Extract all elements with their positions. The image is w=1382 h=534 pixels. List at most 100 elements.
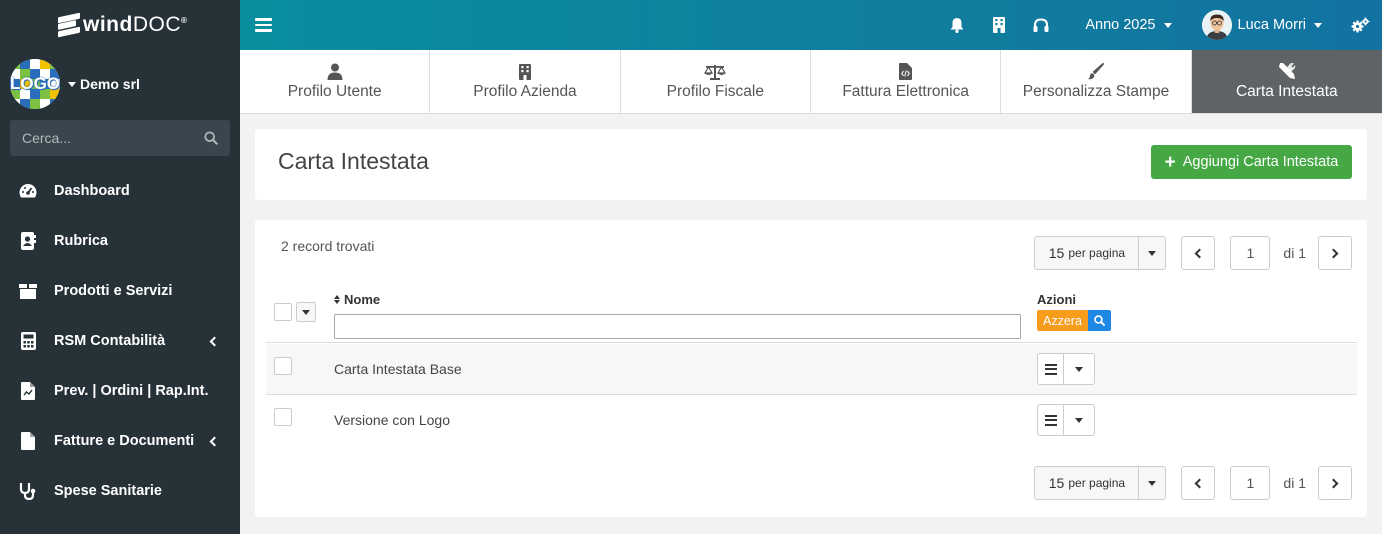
search-icon[interactable] bbox=[204, 131, 218, 145]
name-filter-input[interactable] bbox=[334, 314, 1021, 339]
chevron-left-icon bbox=[1194, 248, 1205, 258]
stethoscope-icon bbox=[18, 481, 38, 501]
caret-down-icon bbox=[1163, 22, 1172, 28]
sidebar-item-label: Rubrica bbox=[54, 233, 108, 249]
caret-down-icon[interactable] bbox=[1139, 237, 1165, 269]
row-name[interactable]: Carta Intestata Base bbox=[334, 344, 462, 394]
avatar bbox=[1201, 10, 1232, 40]
sidebar-item-dashboard[interactable]: Dashboard bbox=[0, 166, 240, 216]
per-page-suffix: per pagina bbox=[1068, 246, 1126, 260]
user-name: Luca Morri bbox=[1237, 17, 1307, 33]
gears-icon[interactable] bbox=[1350, 15, 1370, 35]
sidebar-item-rsm-contabilita[interactable]: RSM Contabilità bbox=[0, 316, 240, 366]
per-page-select[interactable]: 15 per pagina bbox=[1034, 466, 1167, 500]
page-header-panel: Carta Intestata + Aggiungi Carta Intesta… bbox=[255, 129, 1367, 200]
sidebar-item-fatture-documenti[interactable]: Fatture e Documenti bbox=[0, 416, 240, 466]
reset-filters-button[interactable]: Azzera bbox=[1037, 310, 1088, 331]
tools-icon bbox=[1278, 62, 1296, 80]
previous-page-button[interactable] bbox=[1181, 466, 1216, 500]
next-page-button[interactable] bbox=[1318, 236, 1352, 270]
page-total: di 1 bbox=[1283, 475, 1306, 491]
row-checkbox[interactable] bbox=[274, 357, 292, 375]
row-name[interactable]: Versione con Logo bbox=[334, 395, 450, 445]
menu-icon[interactable] bbox=[1038, 354, 1064, 384]
previous-page-button[interactable] bbox=[1181, 236, 1216, 270]
add-carta-intestata-button[interactable]: + Aggiungi Carta Intestata bbox=[1151, 145, 1352, 179]
per-page-select[interactable]: 15 per pagina bbox=[1034, 236, 1167, 270]
menu-icon[interactable] bbox=[1038, 405, 1064, 435]
page-number-input[interactable]: 1 bbox=[1230, 466, 1271, 500]
page-number-input[interactable]: 1 bbox=[1230, 236, 1271, 270]
row-checkbox[interactable] bbox=[274, 408, 292, 426]
bell-icon[interactable] bbox=[947, 15, 967, 35]
column-header-nome[interactable]: Nome bbox=[334, 292, 380, 307]
brand-logo-group: windDOC® bbox=[58, 12, 187, 38]
next-page-button[interactable] bbox=[1318, 466, 1352, 500]
tab-label: Fattura Elettronica bbox=[842, 83, 969, 100]
filter-actions: Azzera bbox=[1037, 310, 1111, 331]
brand-registered-mark: ® bbox=[181, 16, 188, 25]
sidebar-item-prodotti-servizi[interactable]: Prodotti e Servizi bbox=[0, 266, 240, 316]
tab-profilo-utente[interactable]: Profilo Utente bbox=[240, 50, 431, 113]
sidebar-search bbox=[10, 120, 230, 156]
column-header-nome-label: Nome bbox=[344, 292, 381, 307]
chevron-left-icon bbox=[1194, 478, 1205, 488]
chevron-right-icon bbox=[1328, 248, 1339, 258]
sidebar-item-preventivi-ordini[interactable]: Prev. | Ordini | Rap.Int. bbox=[0, 366, 240, 416]
file-chart-icon bbox=[18, 381, 38, 401]
calculator-icon bbox=[18, 331, 38, 351]
sidebar-item-label: Prodotti e Servizi bbox=[54, 283, 173, 299]
file-code-icon bbox=[899, 62, 913, 80]
column-header-azioni: Azioni bbox=[1037, 292, 1076, 307]
tab-fattura-elettronica[interactable]: Fattura Elettronica bbox=[811, 50, 1002, 113]
balance-scale-icon bbox=[704, 62, 727, 80]
per-page-suffix: per pagina bbox=[1068, 476, 1126, 490]
caret-down-icon bbox=[68, 81, 76, 87]
sidebar-item-rubrica[interactable]: Rubrica bbox=[0, 216, 240, 266]
user-menu[interactable]: Luca Morri bbox=[1201, 10, 1322, 40]
tab-personalizza-stampe[interactable]: Personalizza Stampe bbox=[1001, 50, 1192, 113]
file-invoice-icon bbox=[18, 431, 38, 451]
year-selector[interactable]: Anno 2025 bbox=[1085, 17, 1172, 33]
headset-icon[interactable] bbox=[1031, 15, 1051, 35]
per-page-value: 15 bbox=[1048, 245, 1065, 261]
tab-carta-intestata[interactable]: Carta Intestata bbox=[1191, 50, 1382, 113]
company-name-label: Demo srl bbox=[80, 76, 140, 92]
select-all-checkbox[interactable] bbox=[274, 303, 292, 321]
sidebar-search-input[interactable] bbox=[22, 130, 192, 146]
sidebar-item-label: Prev. | Ordini | Rap.Int. bbox=[54, 383, 209, 399]
table-header: Nome Azioni Azzera bbox=[266, 288, 1357, 343]
page-total: di 1 bbox=[1283, 245, 1306, 261]
pagination-top: 15 per pagina 1 di 1 bbox=[1034, 236, 1352, 270]
caret-down-icon[interactable] bbox=[1064, 405, 1094, 435]
row-actions-dropdown[interactable] bbox=[1037, 353, 1095, 385]
topbar: Anno 2025 Luca Morri bbox=[240, 0, 1382, 50]
settings-tabs: Profilo Utente Profilo Azienda Profilo F… bbox=[240, 50, 1382, 114]
per-page-label: 15 per pagina bbox=[1035, 237, 1140, 269]
sort-icon bbox=[334, 295, 340, 304]
year-label: Anno 2025 bbox=[1085, 17, 1156, 33]
tab-profilo-fiscale[interactable]: Profilo Fiscale bbox=[621, 50, 811, 113]
tab-label: Personalizza Stampe bbox=[1022, 83, 1170, 100]
company-switcher[interactable]: LOGO Demo srl bbox=[0, 50, 240, 118]
select-all-group bbox=[274, 302, 316, 322]
box-icon bbox=[18, 281, 38, 301]
company-logo-text: LOGO bbox=[10, 74, 60, 93]
hamburger-menu-icon[interactable] bbox=[255, 18, 272, 32]
address-book-icon bbox=[18, 231, 38, 251]
building-icon[interactable] bbox=[989, 15, 1009, 35]
row-actions-dropdown[interactable] bbox=[1037, 404, 1095, 436]
caret-down-icon bbox=[302, 309, 310, 315]
brand-name: windDOC® bbox=[83, 13, 187, 37]
tab-profilo-azienda[interactable]: Profilo Azienda bbox=[430, 50, 621, 113]
company-name[interactable]: Demo srl bbox=[68, 76, 140, 92]
dashboard-icon bbox=[18, 181, 38, 201]
building-icon bbox=[518, 62, 531, 80]
brand-logo[interactable]: windDOC® bbox=[0, 0, 240, 50]
search-filter-button[interactable] bbox=[1087, 310, 1111, 331]
caret-down-icon[interactable] bbox=[1064, 354, 1094, 384]
sidebar-item-spese-sanitarie[interactable]: Spese Sanitarie bbox=[0, 466, 240, 516]
select-options-dropdown[interactable] bbox=[296, 302, 316, 322]
tab-label: Profilo Utente bbox=[287, 83, 382, 100]
caret-down-icon[interactable] bbox=[1139, 467, 1165, 499]
